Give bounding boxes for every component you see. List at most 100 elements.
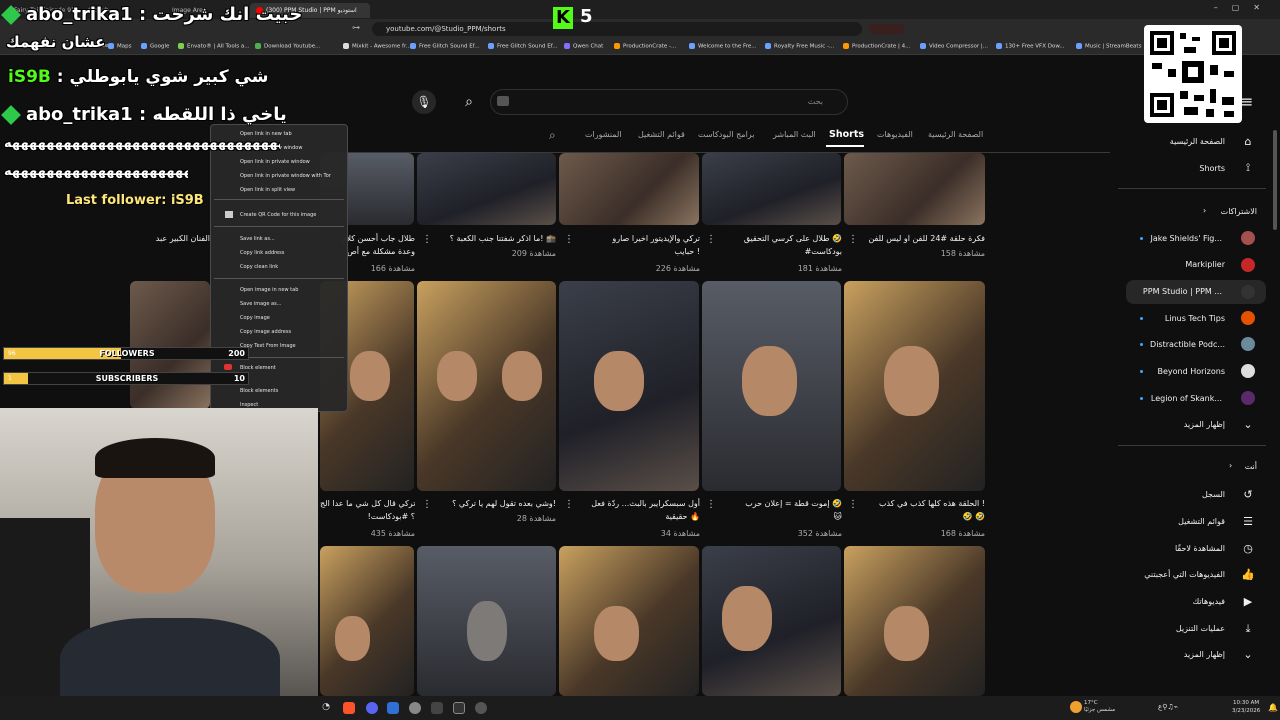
bookmark[interactable]: Welcome to the Fre... bbox=[689, 43, 756, 50]
search-input[interactable]: بحث bbox=[490, 89, 848, 115]
bookmark[interactable]: Free Glitch Sound Ef... bbox=[488, 43, 557, 50]
sidebar-item-history[interactable]: السجل bbox=[1140, 490, 1225, 499]
bookmark[interactable]: 130+ Free VFX Dow... bbox=[996, 43, 1065, 50]
short-thumbnail[interactable] bbox=[559, 546, 699, 696]
short-thumbnail[interactable] bbox=[417, 153, 556, 225]
short-title[interactable]: أول سبسكرايبر بالبث... ردّة فعل bbox=[570, 497, 700, 510]
short-thumbnail[interactable] bbox=[844, 153, 985, 225]
menu-item[interactable]: Open link in private window with Tor bbox=[240, 173, 331, 179]
bookmark[interactable]: Envato® | All Tools a... bbox=[178, 43, 249, 50]
short-thumbnail[interactable] bbox=[417, 281, 556, 491]
window-controls[interactable]: –▢✕ bbox=[1214, 3, 1274, 12]
menu-icon[interactable]: ≡ bbox=[1240, 92, 1253, 111]
address-bar[interactable]: youtube.com/@Studio_PPM/shorts bbox=[372, 22, 862, 36]
short-title[interactable]: وشي بعده تقول لهم يا تركي ؟! bbox=[428, 497, 556, 510]
weather-widget[interactable]: 17°C مشمس جزئيًا bbox=[1084, 700, 1115, 714]
tab-videos[interactable]: الفيديوهات bbox=[877, 130, 913, 139]
sidebar-item-channel[interactable]: PPM Studio | PPM ... bbox=[1130, 287, 1222, 296]
short-thumbnail[interactable] bbox=[130, 281, 210, 409]
more-options-icon[interactable]: ⋮ bbox=[422, 234, 432, 245]
bookmark[interactable]: Royalty Free Music -... bbox=[765, 43, 834, 50]
short-title[interactable]: فكرة حلقة #24 للفن او ليس للفن bbox=[848, 232, 985, 245]
search-icon[interactable]: ⌕ bbox=[549, 128, 556, 143]
sidebar-show-more[interactable]: إظهار المزيد bbox=[1140, 650, 1225, 659]
bookmark[interactable]: Free Glitch Sound Ef... bbox=[410, 43, 479, 50]
notification-icon[interactable]: 🔔 bbox=[1268, 703, 1278, 712]
download-icon[interactable]: ⤓ bbox=[1241, 622, 1255, 636]
sidebar-item-channel[interactable]: Jake Shields' Fig... bbox=[1140, 234, 1222, 243]
menu-item[interactable]: Open link in private window bbox=[240, 159, 310, 165]
short-title[interactable]: الحلقة هذه كلها كذب في كذب ! bbox=[848, 497, 985, 510]
clock-icon[interactable]: ◷ bbox=[1241, 542, 1255, 556]
app-icon[interactable] bbox=[431, 702, 443, 714]
sidebar-item-channel[interactable]: Beyond Horizons bbox=[1140, 367, 1225, 376]
tab-shorts[interactable]: Shorts bbox=[829, 129, 864, 140]
chevron-down-icon[interactable]: ⌄ bbox=[1241, 648, 1255, 662]
app-icon[interactable] bbox=[409, 702, 421, 714]
bookmark[interactable]: ProductionCrate -... bbox=[614, 43, 676, 50]
short-thumbnail[interactable] bbox=[844, 546, 985, 696]
menu-item[interactable]: Save image as... bbox=[240, 301, 281, 307]
sidebar-item-channel[interactable]: Linus Tech Tips bbox=[1140, 314, 1225, 323]
microphone-icon[interactable]: 🎙 bbox=[412, 90, 436, 114]
tab-live[interactable]: البث المباشر bbox=[773, 130, 816, 139]
more-options-icon[interactable]: ⋮ bbox=[422, 499, 432, 510]
video-icon[interactable]: ▶ bbox=[1241, 595, 1255, 609]
sidebar-item-channel[interactable]: Legion of Skank... bbox=[1140, 394, 1222, 403]
bookmark[interactable]: Download Youtube... bbox=[255, 43, 320, 50]
bookmark[interactable]: ProductionCrate | 4... bbox=[843, 43, 910, 50]
app-icon[interactable]: ◔ bbox=[320, 702, 332, 714]
clock[interactable]: 10:30 AM 3/23/2026 bbox=[1232, 699, 1260, 715]
menu-item[interactable]: Block element bbox=[240, 365, 276, 371]
short-title[interactable]: الفنان الكبير عبد bbox=[130, 232, 210, 245]
short-title[interactable]: ما اذكر شفتنا جنب الكعبة ؟! 🕋 bbox=[428, 232, 556, 245]
sidebar-show-more[interactable]: إظهار المزيد bbox=[1140, 420, 1225, 429]
scrollbar[interactable] bbox=[1273, 130, 1277, 230]
short-thumbnail[interactable] bbox=[702, 546, 841, 696]
menu-item[interactable]: Open image in new tab bbox=[240, 287, 298, 293]
short-thumbnail[interactable] bbox=[559, 281, 699, 491]
bookmark[interactable]: Music | StreamBeats bbox=[1076, 43, 1141, 50]
short-title[interactable]: إموت قطة = إعلان حرب 🤣 bbox=[706, 497, 842, 510]
playlist-icon[interactable]: ☰ bbox=[1241, 515, 1255, 529]
short-thumbnail[interactable] bbox=[417, 546, 556, 696]
menu-item[interactable]: Copy image address bbox=[240, 329, 291, 335]
sidebar-item-home[interactable]: الصفحة الرئيسية bbox=[1140, 137, 1225, 146]
sidebar-item-channel[interactable]: Distractible Podc... bbox=[1140, 340, 1225, 349]
more-options-icon[interactable]: ⋮ bbox=[706, 234, 716, 245]
brave-icon[interactable] bbox=[343, 702, 355, 714]
bookmark[interactable]: Mixkit - Awesome fr... bbox=[343, 43, 411, 50]
sidebar-item-shorts[interactable]: Shorts bbox=[1140, 164, 1225, 173]
menu-item[interactable]: Create QR Code for this image bbox=[240, 212, 316, 218]
more-options-icon[interactable]: ⋮ bbox=[564, 499, 574, 510]
chevron-down-icon[interactable]: ⌄ bbox=[1241, 418, 1255, 432]
bookmark[interactable]: Video Compressor |... bbox=[920, 43, 988, 50]
short-thumbnail[interactable] bbox=[702, 153, 841, 225]
sidebar-item-channel[interactable]: Markiplier bbox=[1140, 260, 1225, 269]
discord-icon[interactable] bbox=[366, 702, 378, 714]
more-options-icon[interactable]: ⋮ bbox=[848, 234, 858, 245]
short-title[interactable]: طلال على كرسي التحقيق 🤣 bbox=[706, 232, 842, 245]
sidebar-item-watch-later[interactable]: المشاهدة لاحقًا bbox=[1140, 544, 1225, 553]
search-icon[interactable]: ⌕ bbox=[455, 89, 483, 115]
home-icon[interactable]: ⌂ bbox=[1241, 135, 1255, 149]
tab-home[interactable]: الصفحة الرئيسية bbox=[928, 130, 983, 139]
short-title[interactable]: تركي والإيديتور اخيرا صارو bbox=[570, 232, 700, 245]
sidebar-item-downloads[interactable]: عمليات التنزيل bbox=[1140, 624, 1225, 633]
short-thumbnail[interactable] bbox=[844, 281, 985, 491]
menu-item[interactable]: Copy clean link bbox=[240, 264, 278, 270]
shield-icon[interactable] bbox=[870, 24, 904, 34]
site-info-icon[interactable]: ⊶ bbox=[352, 23, 360, 32]
bookmark[interactable]: Qwen Chat bbox=[564, 43, 603, 50]
menu-item[interactable]: Open link in split view bbox=[240, 187, 295, 193]
tab-playlists[interactable]: قوائم التشغيل bbox=[638, 130, 685, 139]
sidebar-section-subscriptions[interactable]: الاشتراكات bbox=[1140, 207, 1257, 216]
menu-item[interactable]: Save link as... bbox=[240, 236, 275, 242]
app-icon[interactable] bbox=[453, 702, 465, 714]
short-thumbnail[interactable] bbox=[702, 281, 841, 491]
sidebar-item-liked[interactable]: الفيديوهات التي أعجبتني bbox=[1140, 570, 1225, 579]
app-icon[interactable] bbox=[387, 702, 399, 714]
keyboard-icon[interactable] bbox=[497, 96, 509, 106]
more-options-icon[interactable]: ⋮ bbox=[848, 499, 858, 510]
tab-podcasts[interactable]: برامج البودكاست bbox=[698, 130, 754, 139]
